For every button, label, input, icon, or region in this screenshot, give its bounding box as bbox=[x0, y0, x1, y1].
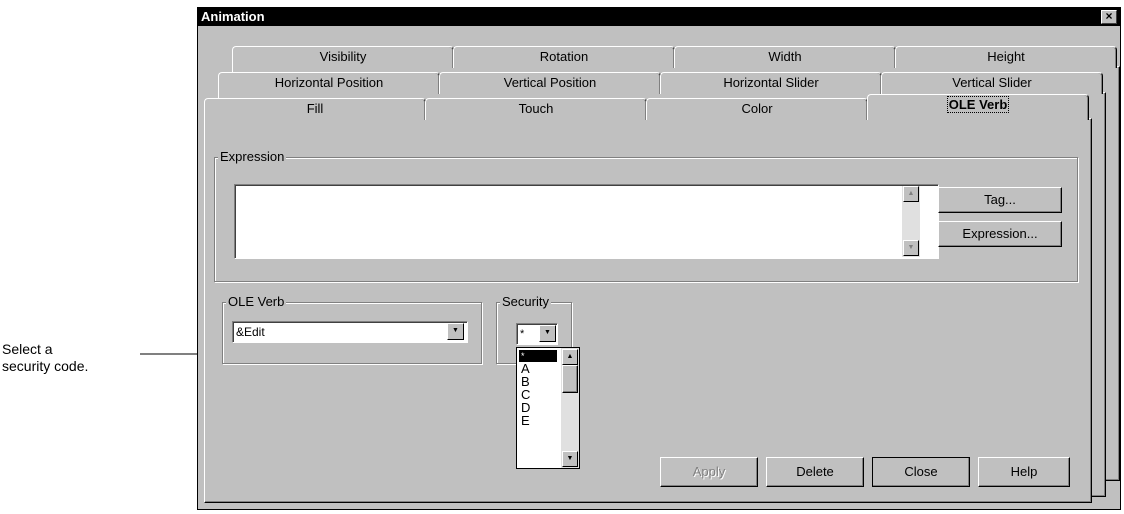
security-select[interactable]: * ▼ bbox=[516, 323, 558, 345]
tab-vertical-position[interactable]: Vertical Position bbox=[439, 72, 661, 94]
tab-horizontal-slider[interactable]: Horizontal Slider bbox=[660, 72, 882, 94]
security-value: * bbox=[520, 328, 525, 340]
expression-group-label: Expression bbox=[218, 149, 287, 164]
expression-scrollbar[interactable]: ▲ ▼ bbox=[902, 186, 920, 257]
scroll-thumb[interactable] bbox=[562, 365, 578, 393]
ole-verb-page-content: Expression ▲ ▼ Tag... Expression... OLE … bbox=[204, 118, 1092, 503]
apply-button[interactable]: Apply bbox=[660, 457, 758, 487]
expression-button[interactable]: Expression... bbox=[938, 221, 1062, 247]
scroll-down-icon[interactable]: ▼ bbox=[903, 240, 919, 256]
security-group-label: Security bbox=[500, 294, 551, 309]
ole-verb-group-label: OLE Verb bbox=[226, 294, 287, 309]
security-dropdown-list: * A B C D E ▲ ▼ bbox=[516, 347, 580, 469]
security-option[interactable]: E bbox=[519, 414, 557, 427]
callout-text-line2: security code. bbox=[2, 358, 89, 374]
tab-visibility[interactable]: Visibility bbox=[232, 46, 454, 68]
tab-height[interactable]: Height bbox=[895, 46, 1117, 68]
tab-fill[interactable]: Fill bbox=[204, 98, 426, 120]
delete-button[interactable]: Delete bbox=[766, 457, 864, 487]
animation-dialog: Animation × Visibility Rotation Width He… bbox=[197, 7, 1121, 510]
tab-ole-verb[interactable]: OLE Verb bbox=[867, 94, 1089, 120]
close-button[interactable]: Close bbox=[872, 457, 970, 487]
close-icon[interactable]: × bbox=[1101, 10, 1117, 24]
dropdown-arrow-icon[interactable]: ▼ bbox=[539, 325, 556, 342]
scroll-up-icon[interactable]: ▲ bbox=[562, 349, 578, 365]
ole-verb-value: &Edit bbox=[236, 325, 265, 339]
scroll-down-icon[interactable]: ▼ bbox=[562, 451, 578, 467]
tag-button[interactable]: Tag... bbox=[938, 187, 1062, 213]
tab-vertical-slider[interactable]: Vertical Slider bbox=[881, 72, 1103, 94]
dialog-title: Animation bbox=[201, 9, 265, 24]
scroll-up-icon[interactable]: ▲ bbox=[903, 186, 919, 202]
ole-verb-select[interactable]: &Edit ▼ bbox=[232, 321, 468, 343]
tab-width[interactable]: Width bbox=[674, 46, 896, 68]
expression-textarea[interactable] bbox=[234, 184, 939, 259]
security-list-scrollbar[interactable]: ▲ ▼ bbox=[561, 348, 579, 468]
callout-text-line1: Select a bbox=[2, 341, 53, 357]
tab-rotation[interactable]: Rotation bbox=[453, 46, 675, 68]
tab-color[interactable]: Color bbox=[646, 98, 868, 120]
title-bar: Animation × bbox=[198, 8, 1120, 26]
tab-horizontal-position[interactable]: Horizontal Position bbox=[218, 72, 440, 94]
dropdown-arrow-icon[interactable]: ▼ bbox=[447, 323, 464, 340]
help-button[interactable]: Help bbox=[978, 457, 1070, 487]
tab-touch[interactable]: Touch bbox=[425, 98, 647, 120]
